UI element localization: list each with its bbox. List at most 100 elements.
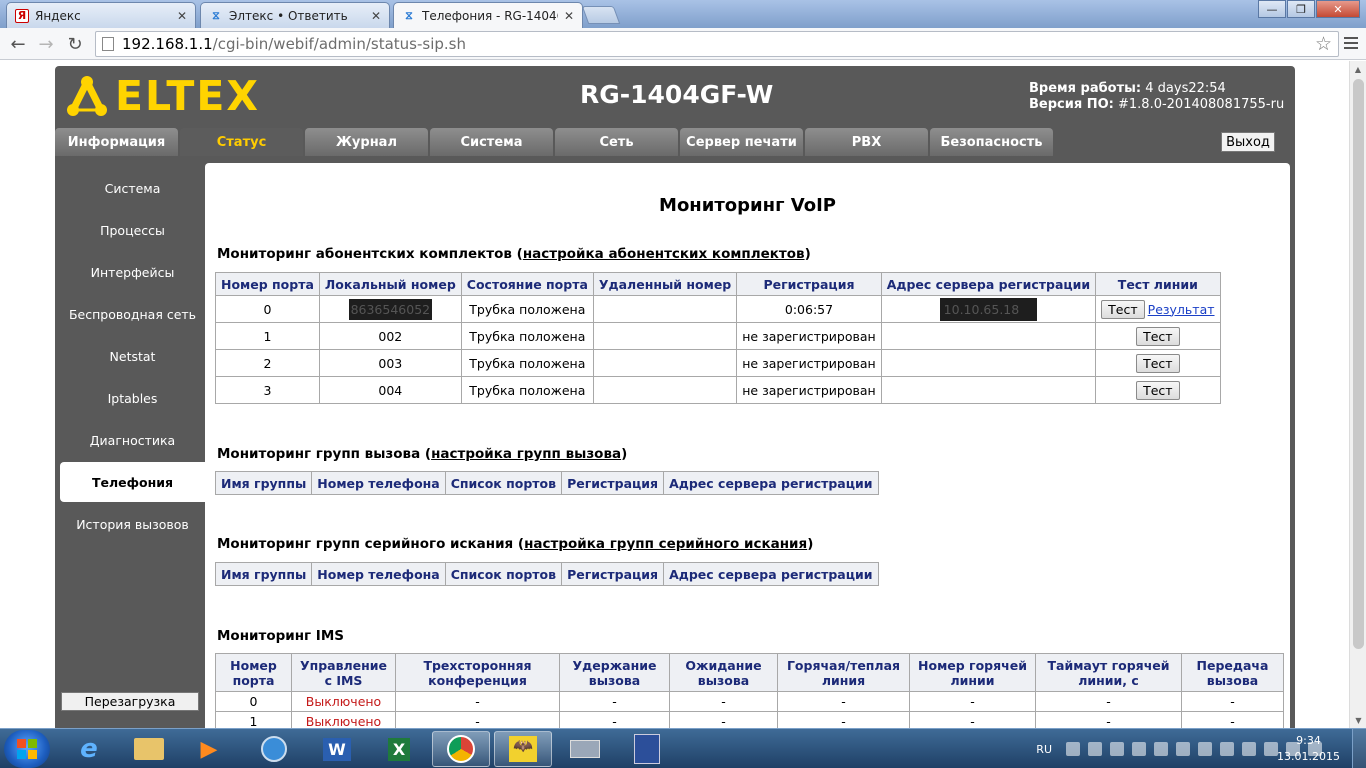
bat-mail-icon[interactable]: 🦇 bbox=[494, 731, 552, 767]
sidebar-item-interfaces[interactable]: Интерфейсы bbox=[60, 252, 205, 292]
table-cell: - bbox=[777, 711, 910, 728]
local-number-cell: 004 bbox=[318, 376, 462, 404]
display-tray-icon[interactable] bbox=[1154, 742, 1168, 756]
reboot-button[interactable]: Перезагрузка bbox=[61, 692, 199, 711]
close-icon[interactable]: ✕ bbox=[564, 9, 574, 23]
language-indicator[interactable]: RU bbox=[1036, 743, 1052, 756]
bluetooth-icon[interactable] bbox=[1198, 742, 1212, 756]
word-icon[interactable]: W bbox=[308, 731, 366, 767]
scroll-down-icon[interactable]: ▼ bbox=[1350, 712, 1366, 728]
taskbar-clock[interactable]: 9:34 13.01.2015 bbox=[1277, 733, 1340, 765]
sidebar-item-diagnostics[interactable]: Диагностика bbox=[60, 420, 205, 460]
bookmark-star-icon[interactable]: ☆ bbox=[1315, 33, 1332, 55]
restore-button[interactable]: ❐ bbox=[1287, 0, 1315, 18]
sidebar-item-processes[interactable]: Процессы bbox=[60, 210, 205, 250]
vertical-scrollbar[interactable]: ▲ ▼ bbox=[1349, 61, 1366, 728]
server-address-cell bbox=[880, 322, 1097, 350]
sidebar: Система Процессы Интерфейсы Беспроводная… bbox=[55, 156, 205, 728]
browser-tab-telephony[interactable]: ⧖ Телефония - RG-1404GF- ✕ bbox=[393, 2, 583, 29]
redacted-local-number: 8636546052 bbox=[348, 298, 433, 320]
port-cell: 0 bbox=[215, 691, 292, 712]
media-player-icon[interactable]: ▶ bbox=[180, 731, 238, 767]
serial-groups-settings-link[interactable]: настройка групп серийного искания bbox=[524, 536, 807, 552]
table-cell: - bbox=[1181, 691, 1284, 712]
table-cell: - bbox=[1181, 711, 1284, 728]
line-test-button[interactable]: Тест bbox=[1136, 326, 1180, 346]
tab-information[interactable]: Информация bbox=[55, 128, 178, 156]
table-header-row: Номер порта Управление с IMS Трехсторонн… bbox=[215, 653, 1284, 692]
network-tool-icon[interactable] bbox=[245, 731, 303, 767]
flag-tray-icon[interactable] bbox=[1132, 742, 1146, 756]
logout-button[interactable]: Выход bbox=[1221, 132, 1275, 152]
sidebar-item-netstat[interactable]: Netstat bbox=[60, 336, 205, 376]
line-test-cell: Тест bbox=[1095, 349, 1221, 377]
scroll-up-icon[interactable]: ▲ bbox=[1350, 61, 1366, 77]
signal-icon[interactable] bbox=[1264, 742, 1278, 756]
table-cell: - bbox=[669, 711, 778, 728]
table-cell: - bbox=[1035, 711, 1182, 728]
line-test-cell: Тест Результат bbox=[1095, 295, 1221, 323]
tab-print-server[interactable]: Сервер печати bbox=[680, 128, 803, 156]
test-result-link[interactable]: Результат bbox=[1148, 302, 1215, 317]
line-test-button[interactable]: Тест bbox=[1136, 380, 1180, 400]
browser-menu-icon[interactable] bbox=[1342, 34, 1360, 52]
minimize-button[interactable]: — bbox=[1258, 0, 1286, 18]
local-number-cell: 002 bbox=[318, 322, 462, 350]
column-header: Локальный номер bbox=[318, 272, 462, 296]
tab-status[interactable]: Статус bbox=[180, 128, 303, 156]
show-desktop-button[interactable] bbox=[1352, 729, 1366, 768]
chrome-icon[interactable] bbox=[432, 731, 490, 767]
security-tray-icon[interactable] bbox=[1220, 742, 1234, 756]
call-groups-settings-link[interactable]: настройка групп вызова bbox=[431, 446, 621, 462]
sidebar-item-iptables[interactable]: Iptables bbox=[60, 378, 205, 418]
remote-number-cell bbox=[592, 295, 738, 323]
column-header: Состояние порта bbox=[460, 272, 594, 296]
sidebar-item-wireless[interactable]: Беспроводная сеть bbox=[60, 294, 205, 334]
scrollbar-thumb[interactable] bbox=[1353, 79, 1364, 649]
page-viewport: ELTEX RG-1404GF-W Время работы: 4 days22… bbox=[0, 61, 1349, 728]
port-state-cell: Трубка положена bbox=[460, 376, 594, 404]
page-title: Мониторинг VoIP bbox=[659, 195, 836, 216]
tab-network[interactable]: Сеть bbox=[555, 128, 678, 156]
file-explorer-icon[interactable] bbox=[120, 731, 178, 767]
line-test-button[interactable]: Тест bbox=[1136, 353, 1180, 373]
internet-explorer-icon[interactable]: e bbox=[60, 731, 118, 767]
serial-groups-table: Имя группы Номер телефона Список портов … bbox=[214, 562, 879, 586]
start-button[interactable] bbox=[4, 730, 50, 768]
line-test-button[interactable]: Тест bbox=[1101, 299, 1145, 319]
fxs-settings-link[interactable]: настройка абонентских комплектов bbox=[523, 246, 805, 262]
server-tool-icon[interactable] bbox=[618, 731, 676, 767]
app-tray-icon[interactable] bbox=[1110, 742, 1124, 756]
table-cell: - bbox=[669, 691, 778, 712]
steam-tray-icon[interactable] bbox=[1176, 742, 1190, 756]
close-window-button[interactable]: ✕ bbox=[1316, 0, 1360, 18]
network-tray-icon[interactable] bbox=[1088, 742, 1102, 756]
eltex-logo-icon bbox=[67, 76, 107, 116]
new-tab-button[interactable] bbox=[581, 6, 621, 24]
tab-pbx[interactable]: PBX bbox=[805, 128, 928, 156]
back-button[interactable]: ← bbox=[6, 32, 30, 56]
chrome-tray-icon[interactable] bbox=[1066, 742, 1080, 756]
tab-security[interactable]: Безопасность bbox=[930, 128, 1053, 156]
firmware-value: #1.8.0-201408081755-ru bbox=[1118, 97, 1285, 112]
address-bar[interactable]: 192.168.1.1/cgi-bin/webif/admin/status-s… bbox=[95, 31, 1339, 57]
windows-taskbar: e ▶ W X 🦇 RU 9:34 13.01.2015 bbox=[0, 728, 1366, 768]
close-icon[interactable]: ✕ bbox=[371, 9, 381, 23]
local-number-cell: 8636546052 bbox=[318, 295, 462, 323]
firmware-label: Версия ПО: bbox=[1029, 97, 1114, 112]
reload-button[interactable]: ↻ bbox=[63, 32, 87, 56]
excel-icon[interactable]: X bbox=[370, 731, 428, 767]
column-header: Удаленный номер bbox=[592, 272, 738, 296]
uptime-label: Время работы: bbox=[1029, 81, 1142, 96]
browser-tab-yandex[interactable]: Я Яндекс ✕ bbox=[6, 2, 196, 28]
tab-log[interactable]: Журнал bbox=[305, 128, 428, 156]
sidebar-item-system[interactable]: Система bbox=[60, 168, 205, 208]
sidebar-item-telephony[interactable]: Телефония bbox=[60, 462, 205, 502]
device-tool-icon[interactable] bbox=[556, 731, 614, 767]
forward-button[interactable]: → bbox=[34, 32, 58, 56]
tab-system[interactable]: Система bbox=[430, 128, 553, 156]
close-icon[interactable]: ✕ bbox=[177, 9, 187, 23]
battery-icon[interactable] bbox=[1242, 742, 1256, 756]
browser-tab-eltex-reply[interactable]: ⧖ Элтекс • Ответить ✕ bbox=[200, 2, 390, 28]
sidebar-item-call-history[interactable]: История вызовов bbox=[60, 504, 205, 544]
